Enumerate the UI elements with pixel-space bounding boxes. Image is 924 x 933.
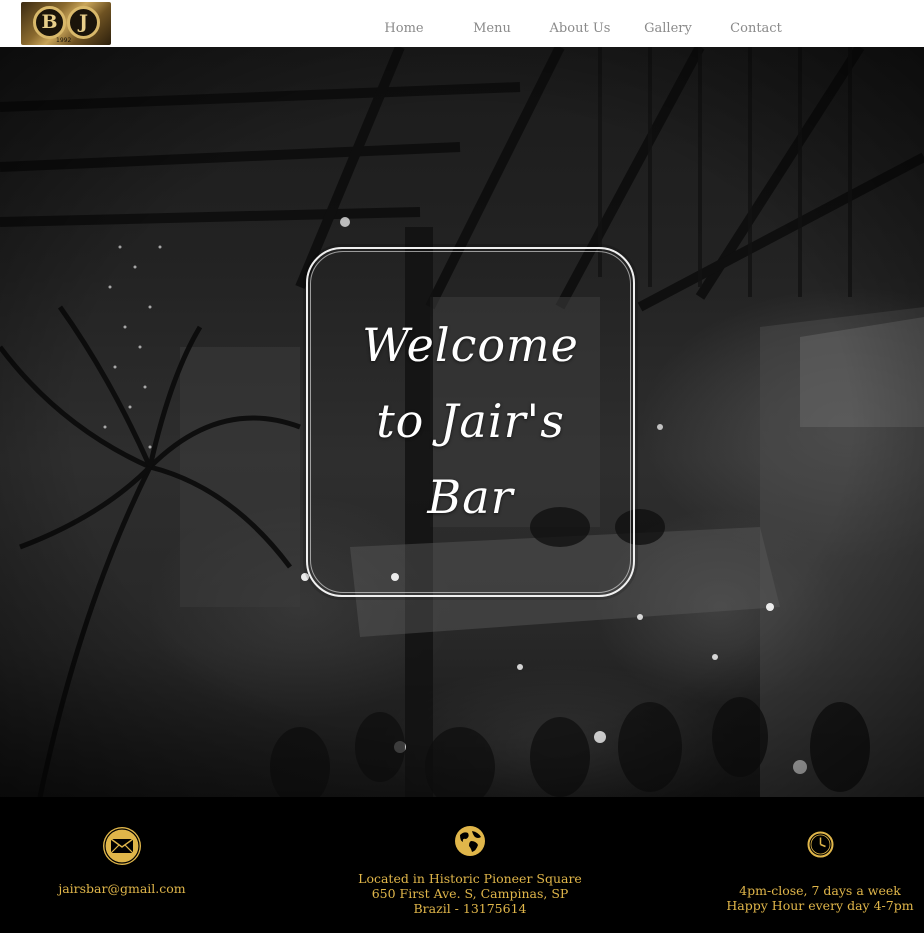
nav-links: Home Menu About Us Gallery Contact (360, 0, 800, 47)
globe-icon (454, 825, 486, 857)
nav-link-contact[interactable]: Contact (712, 12, 800, 36)
address-line-1: Located in Historic Pioneer Square (358, 871, 582, 886)
bj-logo[interactable]: B J 1992 (21, 2, 111, 45)
envelope-icon (103, 827, 141, 865)
footer-email-block: jairsbar@gmail.com (22, 827, 222, 896)
footer: jairsbar@gmail.com Located in Historic P… (0, 797, 924, 933)
top-navbar: B J 1992 Home Menu About Us Gallery Cont… (0, 0, 924, 47)
welcome-heading: Welcome to Jair's Bar (308, 307, 633, 535)
logo-year: 1992 (56, 37, 72, 44)
welcome-line-1: Welcome (362, 318, 579, 372)
nav-link-gallery[interactable]: Gallery (624, 12, 712, 36)
clock-icon (807, 831, 834, 858)
hours-line-1: 4pm-close, 7 days a week (739, 883, 901, 898)
email-link[interactable]: jairsbar@gmail.com (22, 881, 222, 896)
hours-line-2: Happy Hour every day 4-7pm (726, 898, 914, 913)
footer-hours-block: 4pm-close, 7 days a week Happy Hour ever… (715, 831, 924, 913)
address-line-3: Brazil - 13175614 (413, 901, 527, 916)
address-line-2: 650 First Ave. S, Campinas, SP (371, 886, 569, 901)
logo-letter-b: B (33, 6, 66, 39)
nav-link-menu[interactable]: Menu (448, 12, 536, 36)
welcome-frame: Welcome to Jair's Bar (306, 247, 635, 597)
welcome-line-2: to Jair's (376, 394, 565, 448)
logo-letter-j: J (67, 6, 100, 39)
hero-section: Welcome to Jair's Bar (0, 47, 924, 797)
footer-address-block: Located in Historic Pioneer Square 650 F… (320, 825, 620, 916)
nav-link-about-us[interactable]: About Us (536, 12, 624, 36)
nav-link-home[interactable]: Home (360, 12, 448, 36)
welcome-line-3: Bar (427, 470, 514, 524)
